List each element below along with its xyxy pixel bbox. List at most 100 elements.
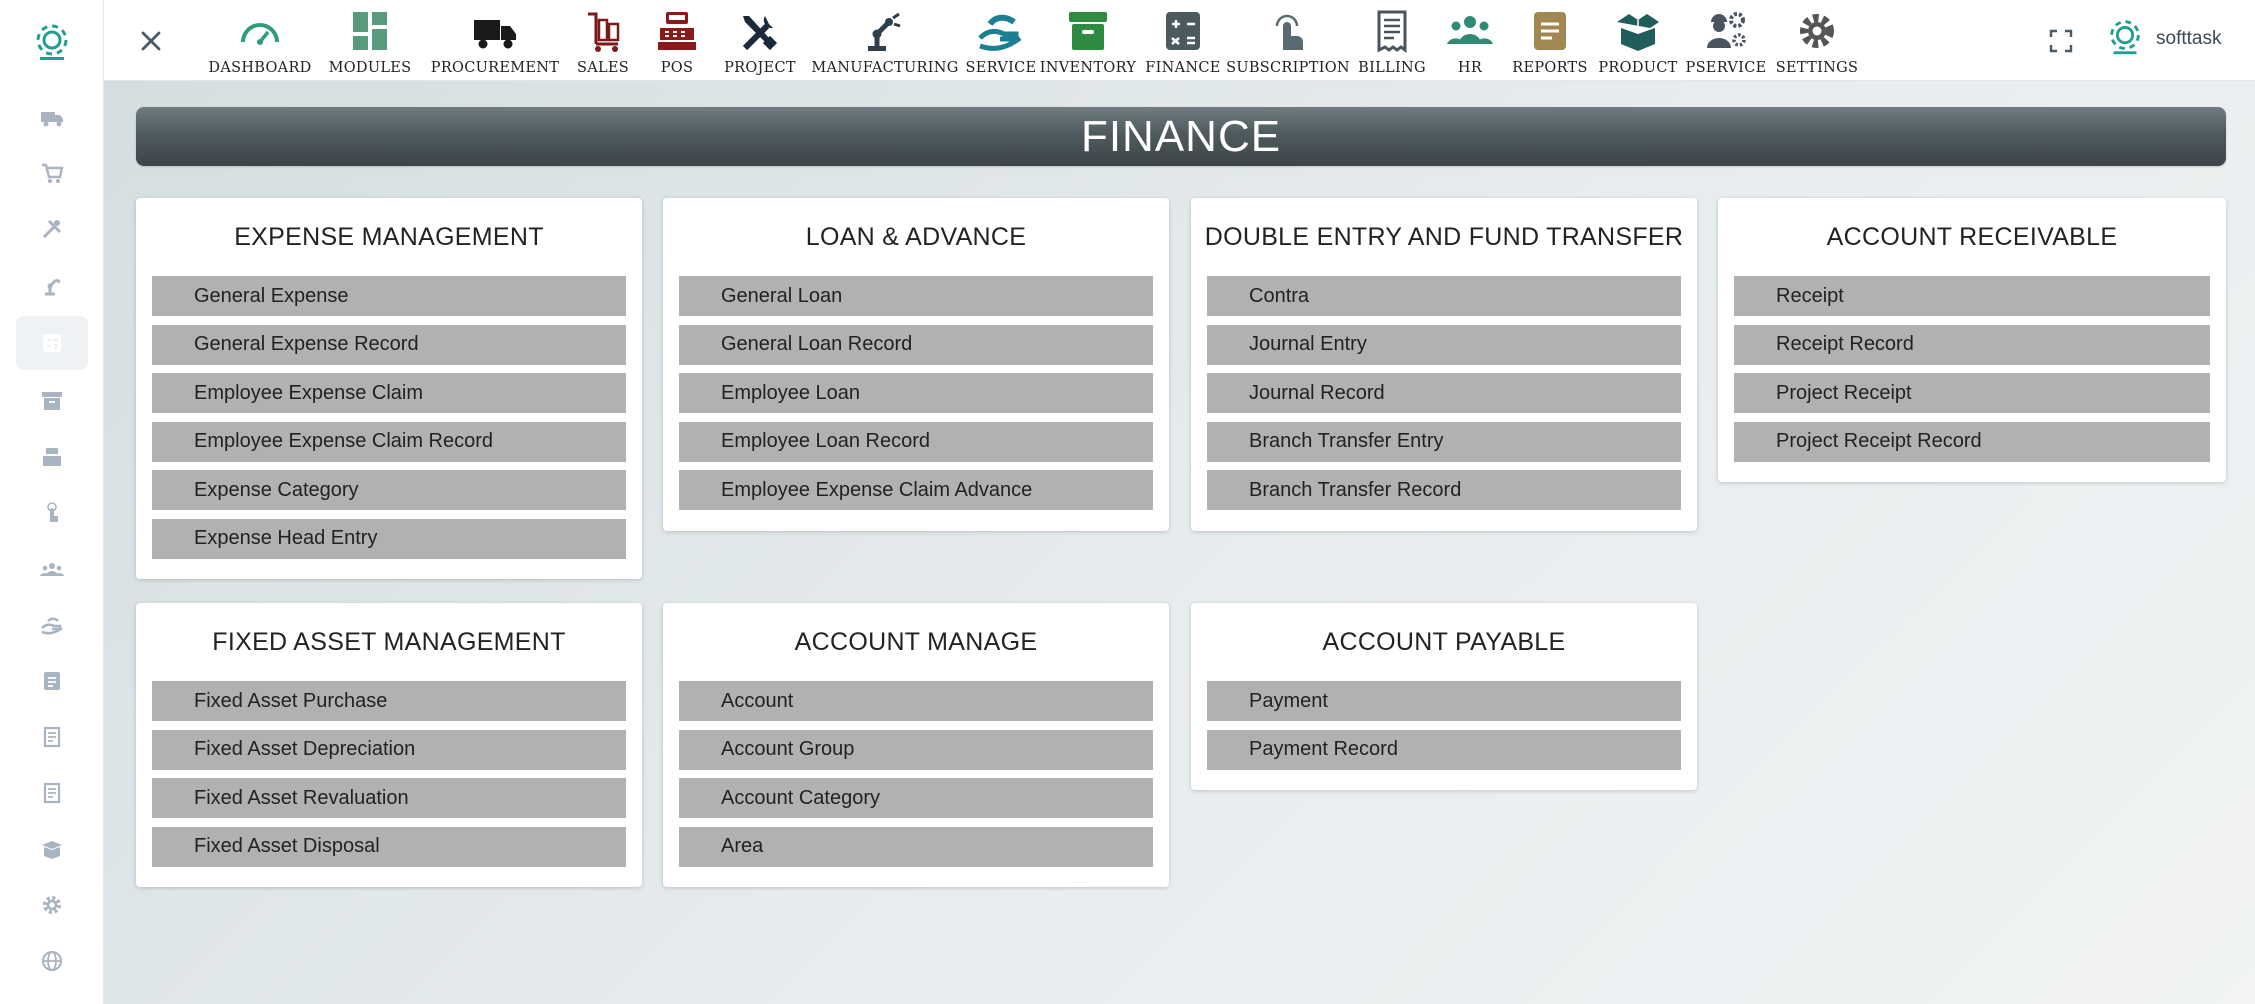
card-title: ACCOUNT PAYABLE <box>1322 628 1566 656</box>
menu-button-general-loan-record[interactable]: General Loan Record <box>679 324 1153 365</box>
app-logo-icon[interactable] <box>30 20 74 64</box>
gear-icon <box>1800 14 1834 48</box>
menu-button-contra[interactable]: Contra <box>1207 276 1681 316</box>
sidebar-item-manufacturing[interactable] <box>16 258 88 312</box>
sidebar-item-finance[interactable] <box>16 316 88 370</box>
card-menu: General Expense General Expense Record Emp… <box>152 276 626 567</box>
cart-icon <box>588 12 620 52</box>
report-icon <box>44 672 60 690</box>
menu-button-branch-transfer-record[interactable]: Branch Transfer Record <box>1207 470 1681 510</box>
sidebar-item-inventory[interactable] <box>16 374 88 428</box>
sidebar-item-settings[interactable] <box>16 878 88 932</box>
nav-item-hr[interactable]: HR <box>1436 0 1504 81</box>
menu-button-journal-record[interactable]: Journal Record <box>1207 373 1681 413</box>
menu-button-employee-expense-claim[interactable]: Employee Expense Claim <box>152 373 626 413</box>
menu-button-branch-transfer-entry[interactable]: Branch Transfer Entry <box>1207 421 1681 462</box>
menu-button-area[interactable]: Area <box>679 826 1153 867</box>
worker-gear-icon <box>1707 12 1746 48</box>
nav-item-procurement[interactable]: PROCUREMENT <box>424 0 566 81</box>
menu-button-project-receipt-record[interactable]: Project Receipt Record <box>1734 421 2210 462</box>
sidebar-item-procurement[interactable] <box>16 90 88 144</box>
menu-button-expense-head-entry[interactable]: Expense Head Entry <box>152 518 626 559</box>
menu-button-fixed-asset-depreciation[interactable]: Fixed Asset Depreciation <box>152 729 626 770</box>
user-avatar-icon[interactable] <box>2104 16 2146 58</box>
sidebar-item-project[interactable] <box>16 202 88 256</box>
nav-label: SERVICE <box>965 60 1037 76</box>
sidebar-item-sales[interactable] <box>16 146 88 200</box>
nav-item-subscription[interactable]: SUBSCRIPTION <box>1226 0 1350 81</box>
nav-item-pservice[interactable]: PSERVICE <box>1680 0 1772 81</box>
sidebar-item-subscription[interactable] <box>16 486 88 540</box>
sidebar-item-service[interactable] <box>16 598 88 652</box>
nav-label: MODULES <box>328 60 412 76</box>
nav-label: PRODUCT <box>1598 60 1678 76</box>
nav-item-billing[interactable]: BILLING <box>1348 0 1436 81</box>
menu-button-employee-expense-claim-record[interactable]: Employee Expense Claim Record <box>152 421 626 462</box>
sidebar-item-language[interactable] <box>16 934 88 988</box>
top-navigation-bar: DASHBOARD MODULES PROCUREMENT SALES POS … <box>104 0 2255 81</box>
fullscreen-button[interactable] <box>2046 26 2076 56</box>
menu-button-fixed-asset-disposal[interactable]: Fixed Asset Disposal <box>152 826 626 867</box>
nav-label: POS <box>660 60 694 76</box>
sidebar-item-pos[interactable] <box>16 430 88 484</box>
close-icon <box>141 31 161 51</box>
menu-button-receipt-record[interactable]: Receipt Record <box>1734 324 2210 365</box>
menu-button-receipt[interactable]: Receipt <box>1734 276 2210 316</box>
menu-button-general-expense[interactable]: General Expense <box>152 276 626 316</box>
menu-button-expense-category[interactable]: Expense Category <box>152 470 626 510</box>
nav-item-manufacturing[interactable]: MANUFACTURING <box>806 0 964 81</box>
cart-icon <box>42 163 64 183</box>
nav-item-modules[interactable]: MODULES <box>316 0 424 81</box>
menu-button-employee-expense-claim-advance[interactable]: Employee Expense Claim Advance <box>679 470 1153 510</box>
menu-button-account-group[interactable]: Account Group <box>679 729 1153 770</box>
truck-icon <box>41 112 63 127</box>
menu-button-payment[interactable]: Payment <box>1207 681 1681 721</box>
card-title: LOAN & ADVANCE <box>805 223 1027 251</box>
menu-button-general-expense-record[interactable]: General Expense Record <box>152 324 626 365</box>
nav-item-project[interactable]: PROJECT <box>714 0 806 81</box>
tools-icon <box>42 219 62 239</box>
nav-item-sales[interactable]: SALES <box>566 0 640 81</box>
sidebar <box>0 0 104 1004</box>
nav-item-finance[interactable]: FINANCE <box>1138 0 1228 81</box>
card-account-payable: ACCOUNT PAYABLE Payment Payment Record <box>1191 603 1697 790</box>
menu-button-payment-record[interactable]: Payment Record <box>1207 729 1681 770</box>
nav-label: DASHBOARD <box>208 60 312 76</box>
touch-icon <box>47 502 58 522</box>
card-loan-advance: LOAN & ADVANCE General Loan General Loan R… <box>663 198 1169 531</box>
card-double-entry-and-fund-transfer: DOUBLE ENTRY AND FUND TRANSFER Contra Jour… <box>1191 198 1697 531</box>
menu-button-project-receipt[interactable]: Project Receipt <box>1734 373 2210 413</box>
nav-item-settings[interactable]: SETTINGS <box>1772 0 1862 81</box>
menu-button-account-category[interactable]: Account Category <box>679 778 1153 818</box>
hand-service-icon <box>978 14 1022 51</box>
user-name[interactable]: softtask <box>2156 28 2221 50</box>
nav-item-inventory[interactable]: INVENTORY <box>1038 0 1138 81</box>
cash-register-icon <box>43 448 61 466</box>
sidebar-item-reports[interactable] <box>16 654 88 708</box>
menu-button-employee-loan-record[interactable]: Employee Loan Record <box>679 421 1153 462</box>
sidebar-item-billing-record[interactable] <box>16 766 88 820</box>
sidebar-item-hr[interactable] <box>16 542 88 596</box>
nav-item-reports[interactable]: REPORTS <box>1504 0 1596 81</box>
open-box-icon <box>1617 14 1659 51</box>
nav-item-product[interactable]: PRODUCT <box>1596 0 1680 81</box>
nav-item-service[interactable]: SERVICE <box>964 0 1038 81</box>
menu-button-journal-entry[interactable]: Journal Entry <box>1207 324 1681 365</box>
sidebar-item-product[interactable] <box>16 822 88 876</box>
module-nav: DASHBOARD MODULES PROCUREMENT SALES POS … <box>204 0 1862 81</box>
nav-label: HR <box>1457 60 1483 76</box>
fullscreen-icon <box>2049 29 2073 53</box>
menu-button-employee-loan[interactable]: Employee Loan <box>679 373 1153 413</box>
nav-item-dashboard[interactable]: DASHBOARD <box>204 0 316 81</box>
sidebar-item-billing[interactable] <box>16 710 88 764</box>
menu-button-fixed-asset-revaluation[interactable]: Fixed Asset Revaluation <box>152 778 626 818</box>
receipt-icon <box>1377 10 1407 53</box>
menu-button-general-loan[interactable]: General Loan <box>679 276 1153 316</box>
card-title: FIXED ASSET MANAGEMENT <box>212 628 566 656</box>
close-menu-button[interactable] <box>134 24 168 58</box>
nav-label: PROJECT <box>724 60 796 76</box>
menu-button-account[interactable]: Account <box>679 681 1153 721</box>
menu-button-fixed-asset-purchase[interactable]: Fixed Asset Purchase <box>152 681 626 721</box>
nav-label: SUBSCRIPTION <box>1226 60 1350 76</box>
nav-item-pos[interactable]: POS <box>640 0 714 81</box>
